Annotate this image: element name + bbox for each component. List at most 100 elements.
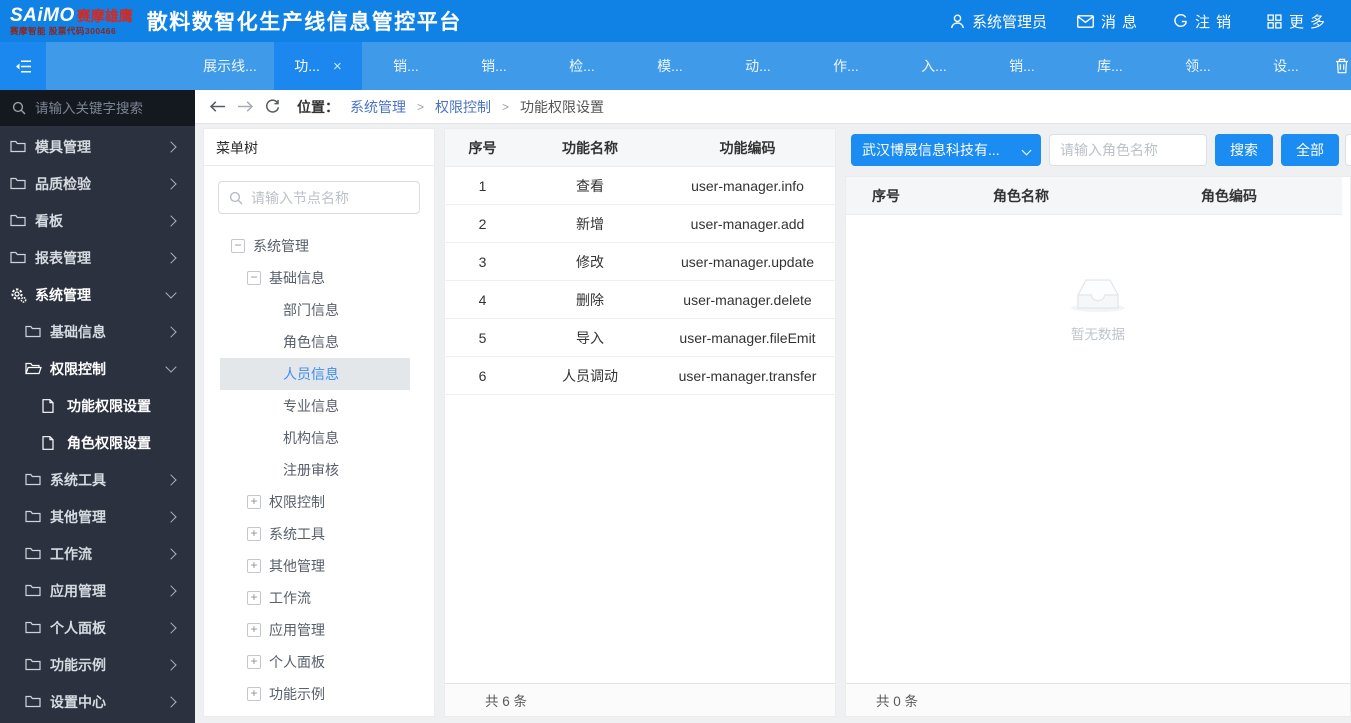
cell-no: 3 (445, 254, 520, 270)
tab-5[interactable]: 模... (626, 42, 714, 90)
tree-node-workflow[interactable]: +工作流 (204, 582, 434, 614)
empty-state: 暂无数据 (846, 215, 1350, 343)
tree-node-personal-panel[interactable]: + 个人面板 (204, 646, 434, 678)
logout-button[interactable]: 注销 (1173, 11, 1237, 32)
all-button[interactable]: 全部 (1281, 134, 1339, 166)
role-name-input[interactable] (1049, 134, 1207, 166)
table-row[interactable]: 3修改user-manager.update (445, 243, 835, 281)
table-row[interactable]: 4删除user-manager.delete (445, 281, 835, 319)
tab-7[interactable]: 作... (802, 42, 890, 90)
tab-label: 展示线... (203, 56, 257, 76)
tree-node-app-management[interactable]: +应用管理 (204, 614, 434, 646)
sidebar-item-function-permission-settings[interactable]: 功能权限设置 (0, 387, 195, 424)
sidebar-item-function-examples[interactable]: 功能示例 (0, 646, 195, 683)
tab-10[interactable]: 库... (1066, 42, 1154, 90)
logout-label: 注销 (1195, 11, 1237, 32)
cell-code: user-manager.update (660, 254, 835, 270)
tab-6[interactable]: 动... (714, 42, 802, 90)
expand-box-icon[interactable]: + (247, 655, 261, 669)
breadcrumb-system-management[interactable]: 系统管理 (350, 97, 406, 117)
sidebar-search[interactable] (0, 90, 195, 126)
folder-icon (25, 325, 42, 338)
sidebar-item-basic-info[interactable]: 基础信息 (0, 313, 195, 350)
tab-11[interactable]: 领... (1154, 42, 1242, 90)
sidebar-item-label: 基础信息 (50, 322, 106, 342)
sidebar-search-input[interactable] (35, 101, 165, 116)
tree-node-role-info[interactable]: 角色信息 (204, 326, 434, 358)
sidebar-item-system-tools[interactable]: 系统工具 (0, 461, 195, 498)
sidebar-item-personal-panel[interactable]: 个人面板 (0, 609, 195, 646)
tree-node-function-examples[interactable]: +功能示例 (204, 678, 434, 710)
chevron-right-icon (165, 585, 176, 596)
back-icon[interactable] (209, 100, 226, 113)
table-row[interactable]: 1查看user-manager.info (445, 167, 835, 205)
table-row[interactable]: 5导入user-manager.fileEmit (445, 319, 835, 357)
tree-node-org-info[interactable]: 机构信息 (204, 422, 434, 454)
trash-icon[interactable] (1332, 42, 1351, 90)
tab-display-line[interactable]: 展示线... (186, 42, 274, 90)
expand-box-icon[interactable]: + (247, 559, 261, 573)
sidebar-item-workflow[interactable]: 工作流 (0, 535, 195, 572)
sidebar-item-system-management[interactable]: 系统管理 (0, 276, 195, 313)
tab-9[interactable]: 销... (978, 42, 1066, 90)
tree-node-permission-control[interactable]: +权限控制 (204, 486, 434, 518)
search-button[interactable]: 搜索 (1215, 134, 1273, 166)
tab-4[interactable]: 检... (538, 42, 626, 90)
sidebar-item-label: 功能权限设置 (67, 396, 151, 416)
refresh-icon[interactable] (265, 99, 280, 114)
expand-box-icon[interactable]: + (247, 591, 261, 605)
collapse-box-icon[interactable]: − (247, 271, 261, 285)
tree-node-basic-info[interactable]: −基础信息 (204, 262, 434, 294)
sidebar-item-app-management[interactable]: 应用管理 (0, 572, 195, 609)
sidebar-item-mold-management[interactable]: 模具管理 (0, 128, 195, 165)
user-menu[interactable]: 系统管理员 (950, 11, 1047, 32)
folder-icon (25, 658, 42, 671)
sidebar-item-quality-inspection[interactable]: 品质检验 (0, 165, 195, 202)
tree-search-input[interactable] (251, 190, 391, 206)
collapse-box-icon[interactable]: − (231, 239, 245, 253)
tree-node-label: 个人面板 (269, 652, 325, 672)
company-select[interactable]: 武汉博晟信息科技有... (851, 134, 1041, 166)
table-row[interactable]: 6人员调动user-manager.transfer (445, 357, 835, 395)
tree-node-department-info[interactable]: 部门信息 (204, 294, 434, 326)
tab-3[interactable]: 销... (450, 42, 538, 90)
expand-box-icon[interactable]: + (247, 527, 261, 541)
tab-label: 动... (745, 56, 771, 76)
tree-node-other-management[interactable]: +其他管理 (204, 550, 434, 582)
tree-node-personnel-info[interactable]: 人员信息 (220, 358, 410, 390)
cell-code: user-manager.delete (660, 292, 835, 308)
sidebar-item-label: 个人面板 (50, 618, 106, 638)
logout-icon (1173, 14, 1188, 29)
tab-2[interactable]: 销... (362, 42, 450, 90)
sidebar-item-permission-control[interactable]: 权限控制 (0, 350, 195, 387)
tree-node-major-info[interactable]: 专业信息 (204, 390, 434, 422)
table-row[interactable]: 2新增user-manager.add (445, 205, 835, 243)
sidebar-item-kanban[interactable]: 看板 (0, 202, 195, 239)
tree-search[interactable] (218, 181, 420, 214)
clipped-button[interactable] (1345, 134, 1351, 166)
tab-12[interactable]: 设... (1242, 42, 1330, 90)
folder-icon (10, 214, 27, 227)
tree-node-system-management[interactable]: −系统管理 (204, 230, 434, 262)
tab-8[interactable]: 入... (890, 42, 978, 90)
collapse-sidebar-button[interactable] (0, 42, 46, 90)
expand-box-icon[interactable]: + (247, 687, 261, 701)
sidebar-item-role-permission-settings[interactable]: 角色权限设置 (0, 424, 195, 461)
close-icon[interactable] (333, 59, 342, 74)
expand-box-icon[interactable]: + (247, 495, 261, 509)
cell-name: 删除 (520, 290, 660, 310)
tree-node-registration-review[interactable]: 注册审核 (204, 454, 434, 486)
tree-node-label: 专业信息 (283, 396, 339, 416)
more-button[interactable]: 更多 (1267, 11, 1331, 32)
breadcrumb-permission-control[interactable]: 权限控制 (435, 97, 491, 117)
sidebar-item-settings-center[interactable]: 设置中心 (0, 683, 195, 720)
folder-icon (10, 140, 27, 153)
tab-function-permission[interactable]: 功... (274, 42, 362, 90)
forward-icon[interactable] (237, 100, 254, 113)
messages-button[interactable]: 消息 (1077, 11, 1143, 32)
sidebar-item-other-management[interactable]: 其他管理 (0, 498, 195, 535)
chevron-right-icon (165, 474, 176, 485)
tree-node-system-tools[interactable]: +系统工具 (204, 518, 434, 550)
sidebar-item-report-management[interactable]: 报表管理 (0, 239, 195, 276)
expand-box-icon[interactable]: + (247, 623, 261, 637)
